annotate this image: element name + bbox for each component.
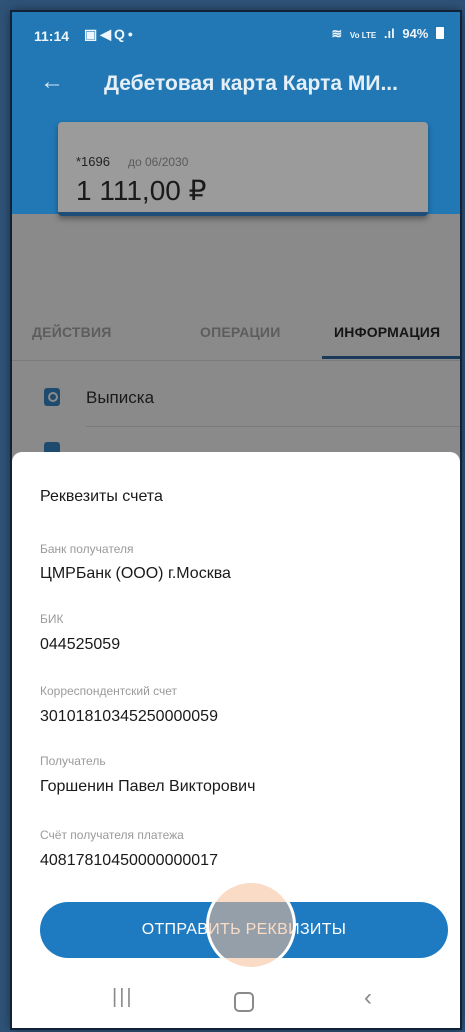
phone-screen: 11:14 ▣◀Q• ≋ Vo LTE .ıl 94% ← Дебетовая … [12, 12, 460, 1028]
corr-account-value: 30101810345250000059 [40, 708, 218, 725]
card-balance: 1 111,00 ₽ [76, 175, 207, 206]
active-tab-indicator [322, 356, 460, 359]
status-time: 11:14 [34, 28, 70, 44]
statement-label: Выписка [86, 388, 155, 407]
network-label: Vo LTE [349, 31, 377, 40]
bik-value: 044525059 [40, 636, 121, 653]
battery-percent: 94% [402, 26, 429, 41]
recipient-value: Горшенин Павел Викторович [40, 778, 256, 795]
wifi-icon: ≋ [331, 26, 343, 41]
bank-label: Банк получателя [40, 542, 134, 556]
tab-operations[interactable]: ОПЕРАЦИИ [200, 324, 280, 340]
recipient-label: Получатель [40, 754, 106, 768]
back-arrow-icon[interactable]: ← [40, 68, 64, 96]
bik-label: БИК [40, 612, 64, 626]
corr-account-label: Корреспондентский счет [40, 684, 178, 698]
page-title: Дебетовая карта Карта МИ... [104, 72, 398, 95]
system-nav-bar: ||| ‹ [12, 972, 460, 1028]
statement-icon [44, 388, 60, 406]
requisites-sheet: Реквезиты счета Банк получателя ЦМРБанк … [12, 452, 460, 992]
status-right: ≋ Vo LTE .ıl 94% [327, 26, 444, 42]
account-card[interactable]: *1696 до 06/2030 1 111,00 ₽ [58, 122, 428, 216]
tab-information[interactable]: ИНФОРМАЦИЯ [334, 324, 440, 340]
status-bar: 11:14 ▣◀Q• ≋ Vo LTE .ıl 94% [12, 12, 460, 46]
list-divider [86, 426, 460, 427]
send-requisites-button[interactable]: ОТПРАВИТЬ РЕКВИЗИТЫ [40, 902, 448, 958]
list-item-statement[interactable]: Выписка [12, 378, 460, 418]
bank-value: ЦМРБанк (ООО) г.Москва [40, 565, 231, 582]
back-icon[interactable]: ‹ [364, 984, 372, 1012]
tab-actions[interactable]: ДЕЙСТВИЯ [32, 324, 112, 340]
payee-account-label: Счёт получателя платежа [40, 828, 184, 842]
tab-bar: ДЕЙСТВИЯ ОПЕРАЦИИ ИНФОРМАЦИЯ [12, 312, 460, 361]
sheet-title: Реквезиты счета [40, 488, 163, 505]
battery-icon [436, 27, 444, 39]
recent-apps-icon[interactable]: ||| [112, 986, 134, 1009]
home-icon[interactable] [234, 992, 254, 1012]
signal-icon: .ıl [383, 26, 395, 41]
document-icon [44, 442, 60, 452]
notification-icons: ▣◀Q• [84, 26, 136, 42]
card-expiry: до 06/2030 [128, 155, 189, 169]
payee-account-value: 40817810450000000017 [40, 852, 218, 869]
card-number: *1696 [76, 154, 110, 169]
